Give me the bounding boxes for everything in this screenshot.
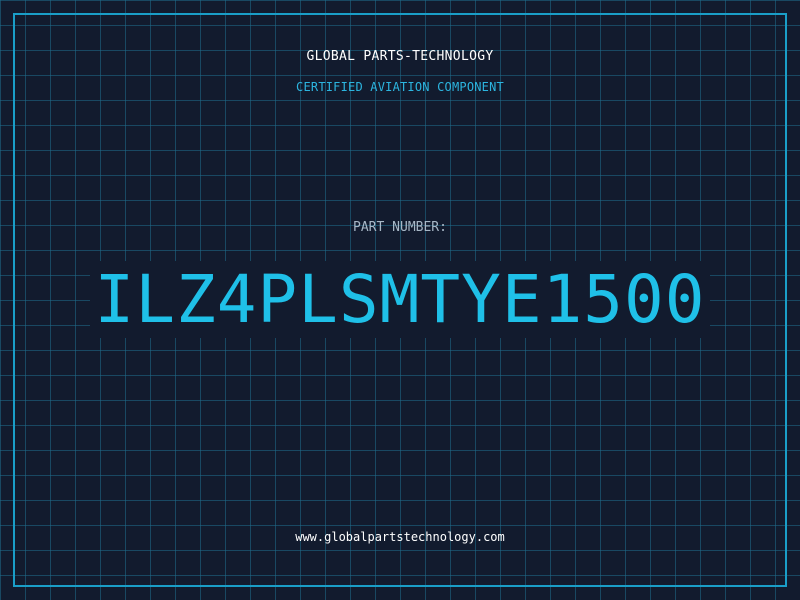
certification-subtitle: CERTIFIED AVIATION COMPONENT	[296, 80, 504, 94]
part-number-value: ILZ4PLSMTYE1500	[90, 261, 710, 338]
part-number-label: PART NUMBER:	[353, 220, 447, 235]
certificate-canvas: GLOBAL PARTS-TECHNOLOGY CERTIFIED AVIATI…	[0, 0, 800, 600]
part-number-display: ILZ4PLSMTYE1500	[0, 258, 800, 342]
company-name: GLOBAL PARTS-TECHNOLOGY	[306, 49, 494, 64]
website-url: www.globalpartstechnology.com	[295, 530, 505, 544]
